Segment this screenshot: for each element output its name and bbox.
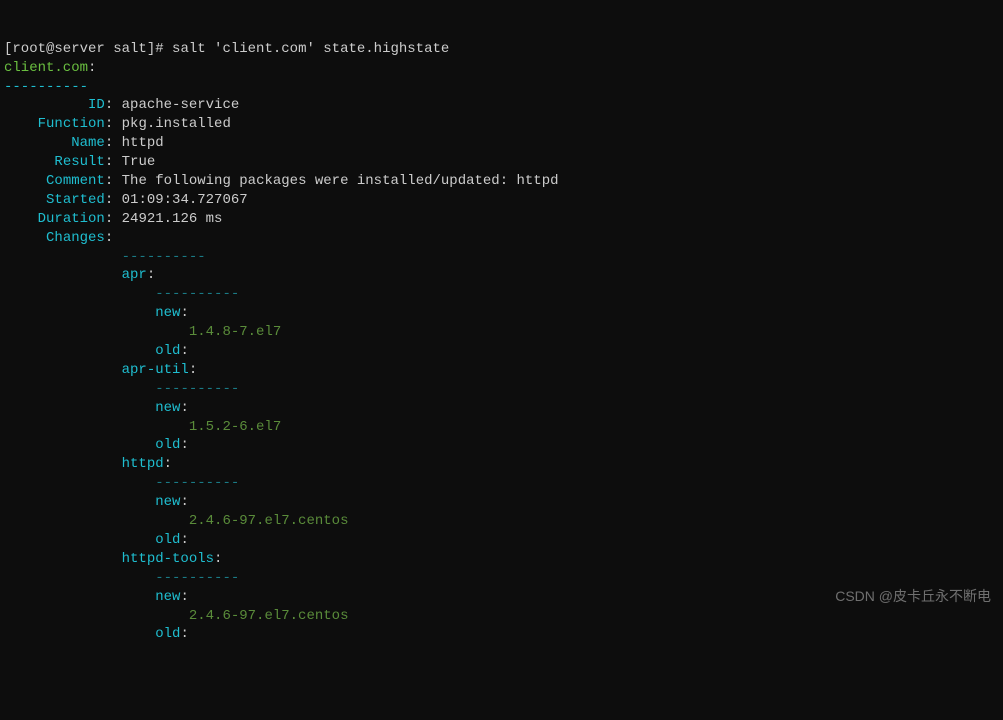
pkg-sep: ---------- [155, 570, 239, 586]
label-started: Started [46, 192, 105, 208]
httpd-tools-new: 2.4.6-97.el7.centos [189, 608, 349, 624]
value-name: httpd [122, 135, 164, 151]
label-comment: Comment [46, 173, 105, 189]
new-label: new [155, 305, 180, 321]
label-id: ID [88, 97, 105, 113]
new-label: new [155, 494, 180, 510]
value-result: True [122, 154, 156, 170]
apr-util-new: 1.5.2-6.el7 [189, 419, 281, 435]
target-line: client.com [4, 60, 88, 76]
label-name: Name [71, 135, 105, 151]
value-function: pkg.installed [122, 116, 231, 132]
old-label: old [155, 626, 180, 642]
new-label: new [155, 400, 180, 416]
colon: : [88, 60, 96, 76]
watermark: CSDN @皮卡丘永不断电 [835, 587, 991, 606]
httpd-new: 2.4.6-97.el7.centos [189, 513, 349, 529]
old-label: old [155, 437, 180, 453]
separator: ---------- [4, 79, 88, 95]
value-id: apache-service [122, 97, 240, 113]
pkg-sep: ---------- [155, 381, 239, 397]
old-label: old [155, 532, 180, 548]
label-function: Function [38, 116, 105, 132]
changes-sep: ---------- [122, 249, 206, 265]
apr-new: 1.4.8-7.el7 [189, 324, 281, 340]
label-duration: Duration [38, 211, 105, 227]
pkg-apr-util: apr-util [122, 362, 189, 378]
value-started: 01:09:34.727067 [122, 192, 248, 208]
pkg-httpd: httpd [122, 456, 164, 472]
label-changes: Changes [46, 230, 105, 246]
prompt-text: [root@server salt]# salt 'client.com' st… [4, 41, 449, 57]
terminal-output: [root@server salt]# salt 'client.com' st… [4, 40, 999, 645]
new-label: new [155, 589, 180, 605]
pkg-sep: ---------- [155, 286, 239, 302]
value-comment: The following packages were installed/up… [122, 173, 559, 189]
value-duration: 24921.126 ms [122, 211, 223, 227]
pkg-sep: ---------- [155, 475, 239, 491]
old-label: old [155, 343, 180, 359]
pkg-apr: apr [122, 267, 147, 283]
pkg-httpd-tools: httpd-tools [122, 551, 214, 567]
label-result: Result [54, 154, 104, 170]
